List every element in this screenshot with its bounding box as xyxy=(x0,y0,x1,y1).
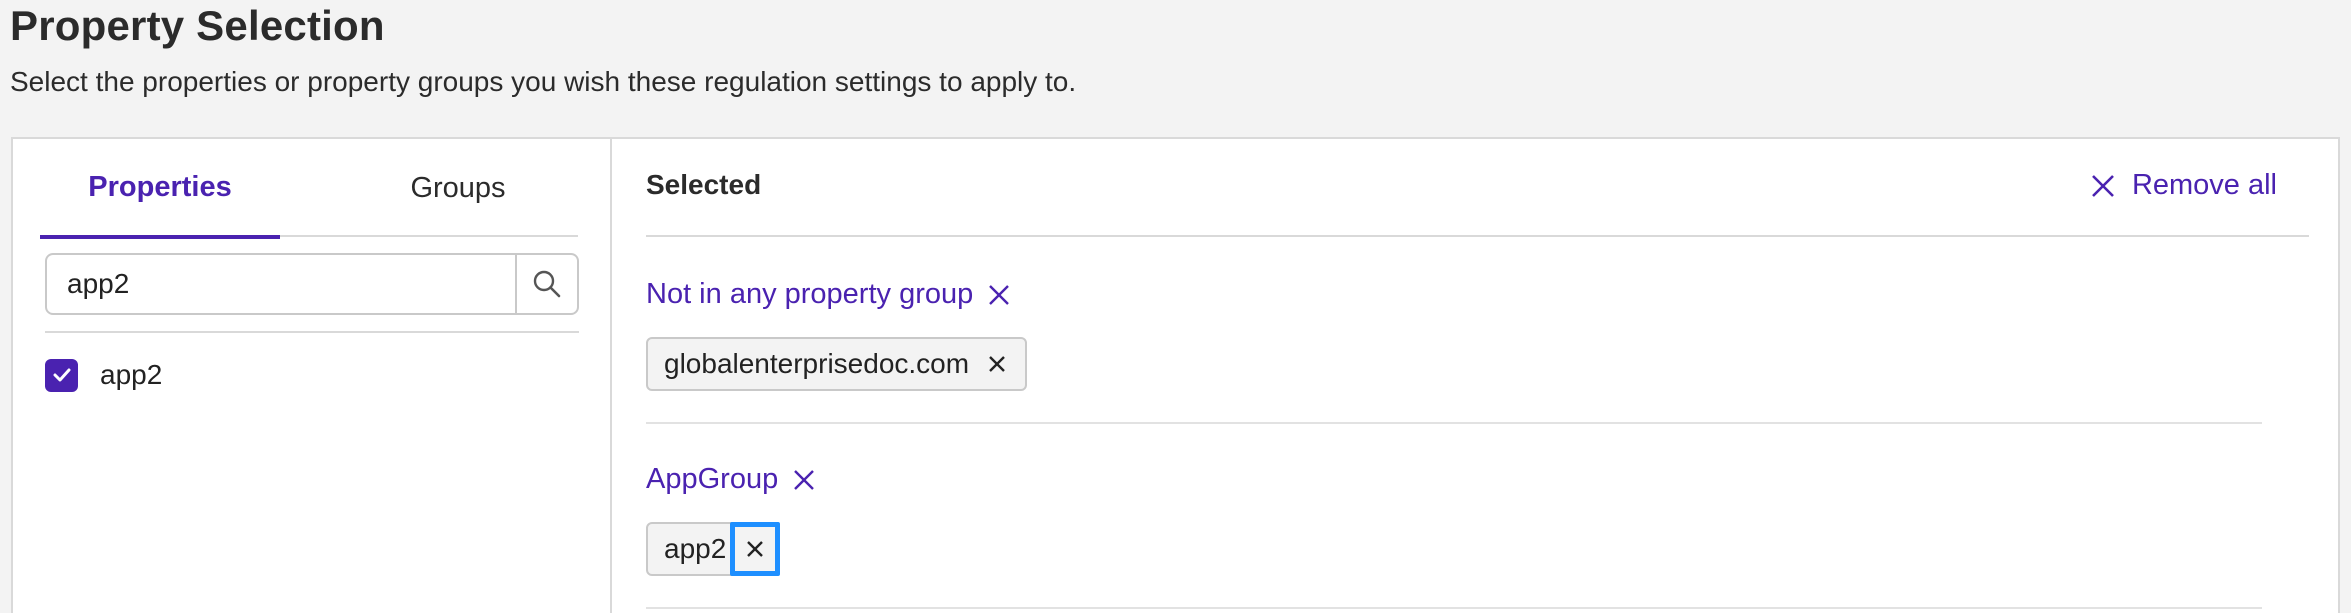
tab-groups[interactable]: Groups xyxy=(338,139,578,237)
list-item-label: app2 xyxy=(100,359,163,390)
selected-title: Selected xyxy=(646,169,762,200)
group-name: AppGroup xyxy=(646,463,779,495)
chip-label: app2 xyxy=(664,533,727,564)
property-picker: Properties Groups app2 app2 xyxy=(13,139,612,613)
close-icon xyxy=(2092,174,2114,197)
chip-remove-button[interactable] xyxy=(730,522,781,576)
selected-chip: app2 xyxy=(646,522,781,576)
close-icon xyxy=(989,356,1005,372)
selected-panel: Selected Remove all Not in any property … xyxy=(614,139,2338,613)
chip-remove-button[interactable] xyxy=(969,339,1025,389)
selected-header: Selected Remove all xyxy=(646,139,2309,237)
divider xyxy=(646,422,2262,424)
checkbox-checked[interactable] xyxy=(45,358,78,392)
remove-all-button[interactable]: Remove all xyxy=(2090,169,2277,202)
remove-all-label: Remove all xyxy=(2131,169,2277,201)
group-name: Not in any property group xyxy=(646,278,974,310)
selected-group-header: Not in any property group xyxy=(646,278,1011,311)
selected-chip: globalenterprisedoc.com xyxy=(646,337,1028,391)
search-input[interactable] xyxy=(47,255,515,313)
close-icon xyxy=(747,541,764,557)
chip-label: globalenterprisedoc.com xyxy=(664,348,970,379)
divider xyxy=(45,331,579,333)
tab-properties[interactable]: Properties xyxy=(40,139,280,239)
remove-group-icon[interactable] xyxy=(792,468,816,492)
page-subtitle: Select the properties or property groups… xyxy=(10,66,1077,97)
list-item[interactable]: app2 xyxy=(45,355,162,395)
search-icon xyxy=(533,270,561,298)
search-box xyxy=(45,253,579,315)
page-title: Property Selection xyxy=(10,2,385,49)
divider xyxy=(646,607,2262,609)
page: Property Selection Select the properties… xyxy=(0,0,2351,613)
property-selection-panel: Properties Groups app2 app2 Selected Rem… xyxy=(11,137,2340,613)
remove-group-icon[interactable] xyxy=(987,283,1011,307)
checkmark-icon xyxy=(53,368,70,382)
search-button[interactable] xyxy=(515,255,577,313)
selected-group-header: AppGroup xyxy=(646,463,816,496)
tab-bar: Properties Groups xyxy=(40,139,578,239)
